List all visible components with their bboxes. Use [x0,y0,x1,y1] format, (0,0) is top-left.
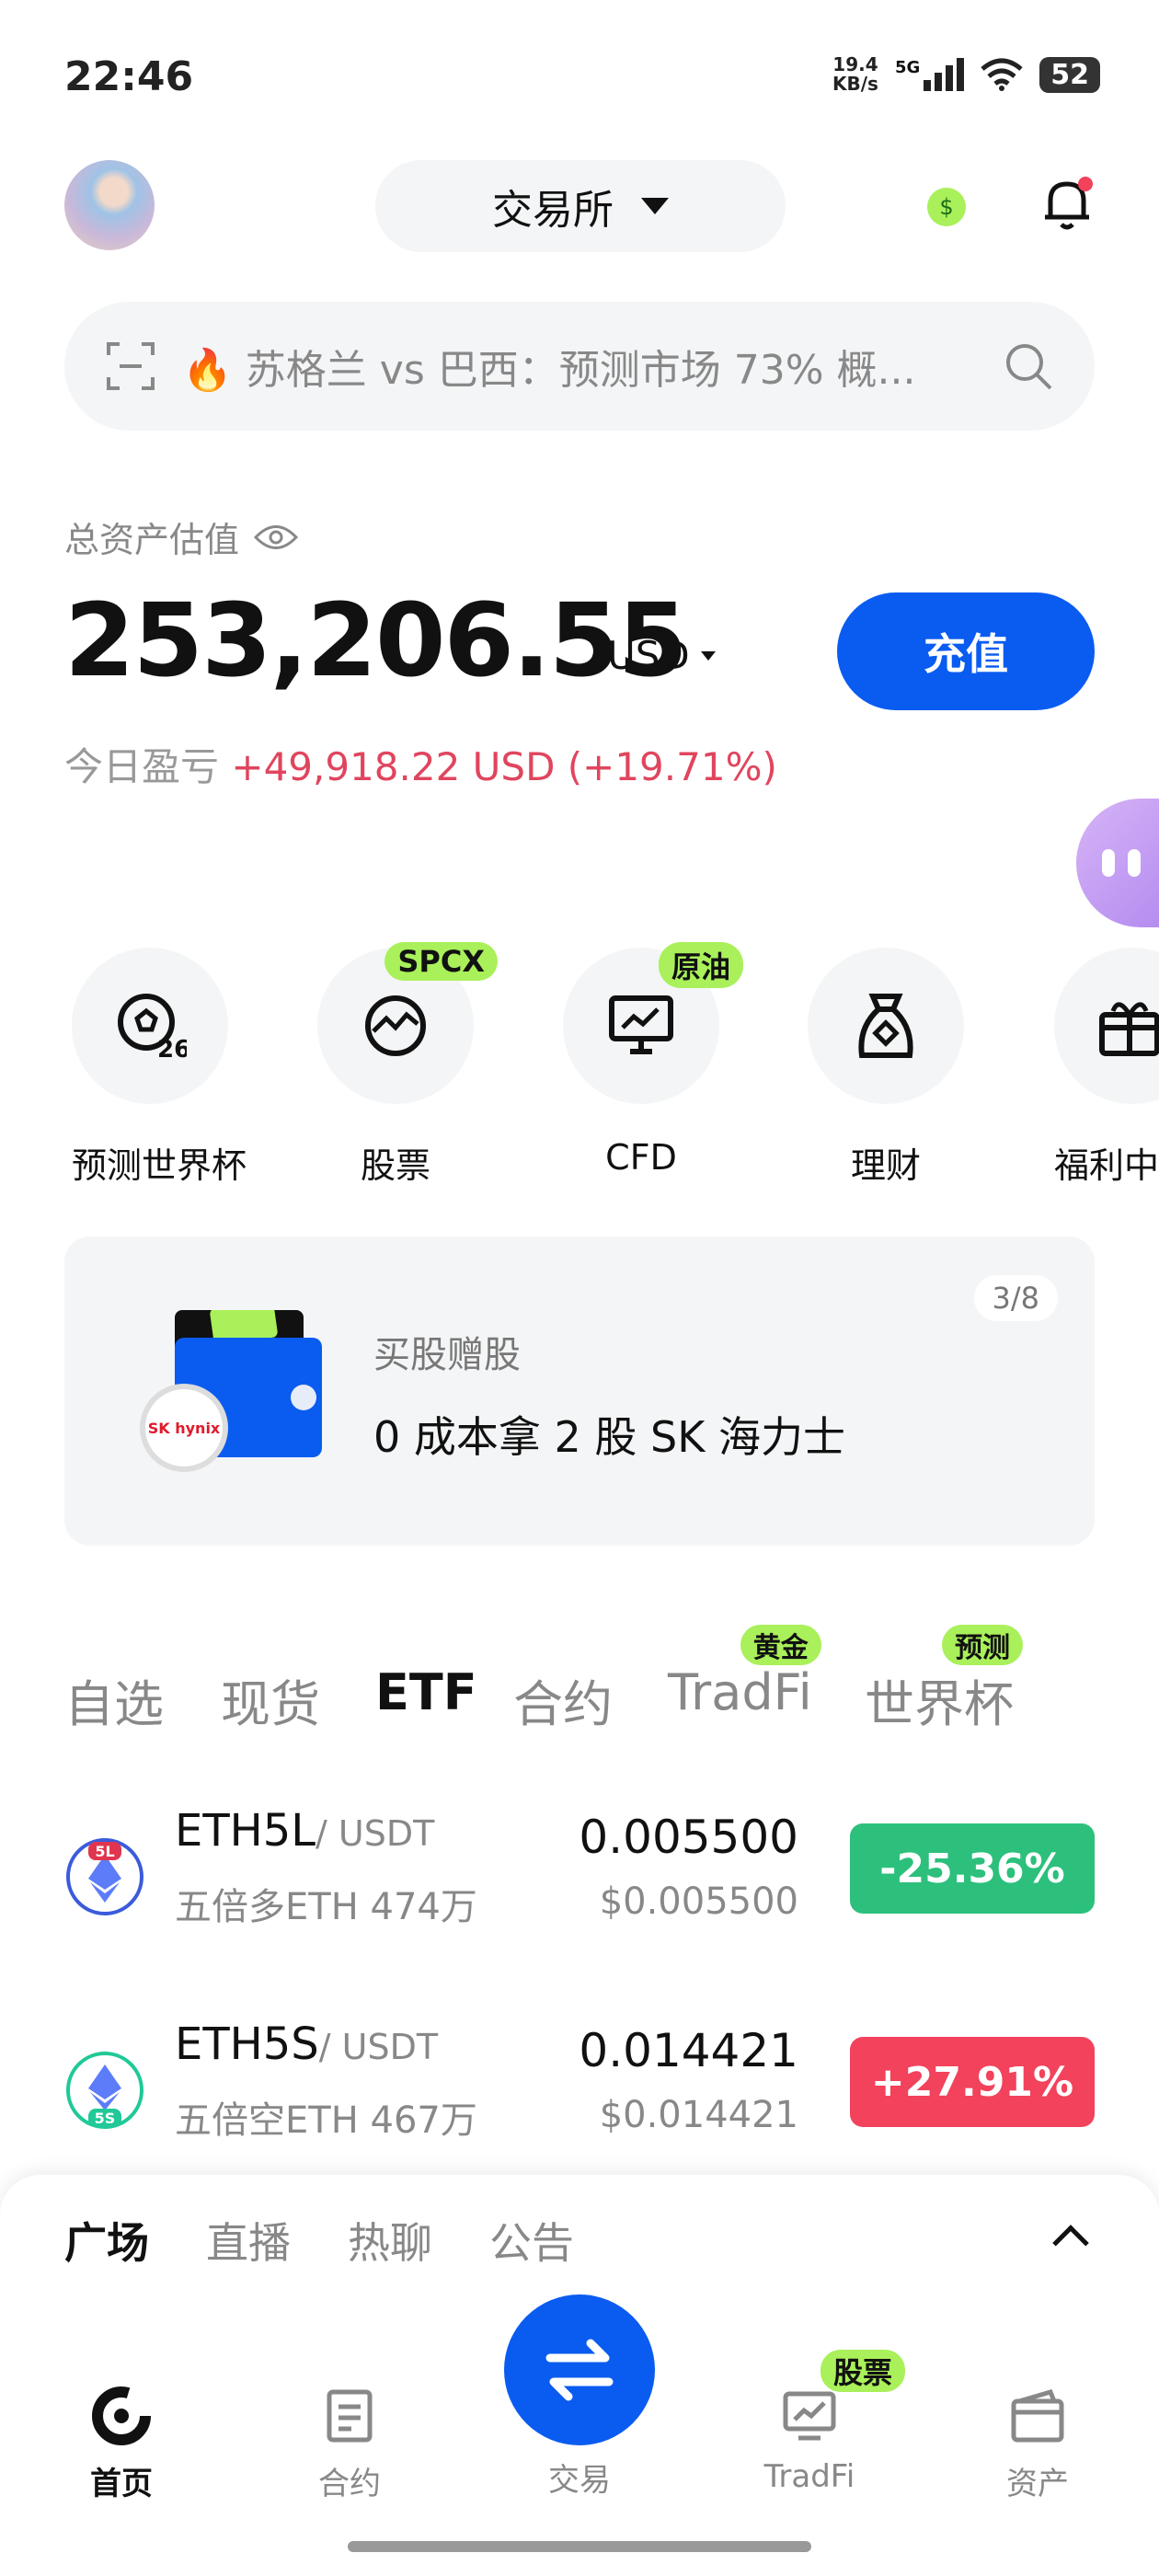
promo-title: 0 成本拿 2 股 SK 海力士 [373,1412,846,1462]
tab-world-cup[interactable]: 世界杯 预测 [865,1625,1023,1736]
flame-icon: 🔥 [182,347,233,394]
scan-icon[interactable] [105,340,156,392]
svg-text:5S: 5S [95,2110,116,2127]
quick-action-cfd[interactable]: 原油 CFD [563,942,743,1178]
search-bar[interactable]: 🔥 苏格兰 vs 巴西：预测市场 73% 概... [64,302,1095,431]
search-trending-text: 🔥 苏格兰 vs 巴西：预测市场 73% 概... [182,347,916,394]
soccer-ball-26-icon: 26 [118,994,187,1063]
network-speed: 19.4 KB/s [832,53,878,95]
battery-indicator: 52 [1039,56,1100,93]
caret-down-icon [700,650,716,661]
stocks-badge: SPCX [384,942,498,981]
tradfi-stocks-badge: 股票 [820,2350,905,2392]
nav-assets[interactable]: 资产 [973,2386,1102,2503]
sk-hynix-logo: SK hynix [140,1384,228,1472]
monitor-chart-icon [609,995,673,1054]
tab-favorites[interactable]: 自选 [64,1663,164,1736]
tab-square[interactable]: 广场 [64,2210,149,2271]
quick-action-wealth[interactable]: 理财 [808,948,964,1188]
change-badge[interactable]: +27.91% [850,2037,1095,2127]
deposit-button[interactable]: 充值 [837,592,1095,710]
eth5s-coin-icon: 5S [66,2052,143,2129]
exchange-switcher[interactable]: 交易所 [375,160,786,252]
eth5l-coin-icon: 5L [66,1838,143,1915]
assistant-bot-tab[interactable] [1076,799,1159,927]
nav-contract[interactable]: 合约 [285,2386,414,2503]
pair-name: ETH5L/ USDT [175,1805,435,1857]
tab-tradfi[interactable]: TradFi 黄金 [668,1625,821,1721]
swap-arrows-icon [545,2339,614,2401]
quick-action-stocks[interactable]: SPCX 股票 [317,942,498,1188]
pair-subname: 五倍多ETH 474万 [175,1886,477,1928]
avatar[interactable] [64,160,155,250]
svg-text:26: 26 [157,1036,187,1063]
wifi-icon [981,58,1023,91]
tab-spot[interactable]: 现货 [221,1663,320,1736]
nav-tradfi[interactable]: 股票 TradFi [745,2350,905,2495]
status-time: 22:46 [64,53,194,100]
home-indicator[interactable] [348,2541,811,2552]
money-bag-icon [858,994,913,1058]
tab-hot-chat[interactable]: 热聊 [348,2210,432,2271]
pair-subname: 五倍空ETH 467万 [175,2099,477,2142]
chevron-up-icon[interactable] [1052,2225,1089,2261]
last-price: 0.005500 [579,1811,798,1864]
svg-text:5L: 5L [95,1843,114,1860]
bot-eye-icon [1102,849,1115,877]
last-price: 0.014421 [579,2024,798,2077]
eye-icon[interactable] [254,523,299,551]
document-icon [327,2389,373,2443]
tab-announcements[interactable]: 公告 [489,2210,574,2271]
promo-subtitle: 买股赠股 [373,1334,521,1376]
signal-icon: 5G [895,58,965,91]
tradfi-badge: 黄金 [740,1625,821,1665]
nav-trade-label[interactable]: 交易 [515,2455,644,2500]
pair-name: ETH5S/ USDT [175,2018,439,2070]
home-logo-icon [92,2386,151,2445]
status-icons: 19.4 KB/s 5G 52 [832,55,1100,94]
exchange-label: 交易所 [492,187,614,234]
quick-action-rewards[interactable]: 福利中 [1054,948,1159,1188]
trade-button[interactable] [504,2294,655,2445]
today-pnl: 今日盈亏 +49,918.22 USD (+19.71%) [64,744,777,789]
nav-home[interactable]: 首页 [57,2386,186,2503]
quick-action-world-cup[interactable]: 26 预测世界杯 [72,948,247,1188]
market-row[interactable]: 5L ETH5L/ USDT 五倍多ETH 474万 0.005500 $0.0… [64,1805,1095,1934]
globe-chart-icon [365,995,426,1056]
dollar-coin-icon[interactable]: $ [927,188,966,226]
search-icon[interactable] [1003,340,1054,392]
bot-eye-icon [1128,849,1141,877]
total-assets-label: 总资产估值 [64,512,299,562]
bell-icon[interactable] [1039,175,1095,234]
change-badge[interactable]: -25.36% [850,1823,1095,1914]
promo-counter: 3/8 [973,1275,1058,1321]
gift-icon [1099,1002,1159,1056]
total-assets-value: 253,206.55 [64,581,688,699]
caret-down-icon [641,198,669,214]
today-pnl-value: +49,918.22 USD (+19.71%) [231,744,777,789]
currency-selector[interactable]: USD [607,633,716,678]
wallet-icon [1011,2388,1064,2443]
price-usd: $0.014421 [599,2094,798,2136]
monitor-chart-icon [783,2391,836,2441]
market-row[interactable]: 5S ETH5S/ USDT 五倍空ETH 467万 0.014421 $0.0… [64,2018,1095,2147]
cfd-badge: 原油 [658,942,743,988]
price-usd: $0.005500 [599,1880,798,1923]
tab-etf[interactable]: ETF [375,1663,477,1721]
promo-banner[interactable]: SK hynix 3/8 买股赠股 0 成本拿 2 股 SK 海力士 [64,1236,1095,1546]
tab-live[interactable]: 直播 [206,2210,291,2271]
tab-futures[interactable]: 合约 [513,1663,613,1736]
world-cup-badge: 预测 [942,1625,1023,1665]
